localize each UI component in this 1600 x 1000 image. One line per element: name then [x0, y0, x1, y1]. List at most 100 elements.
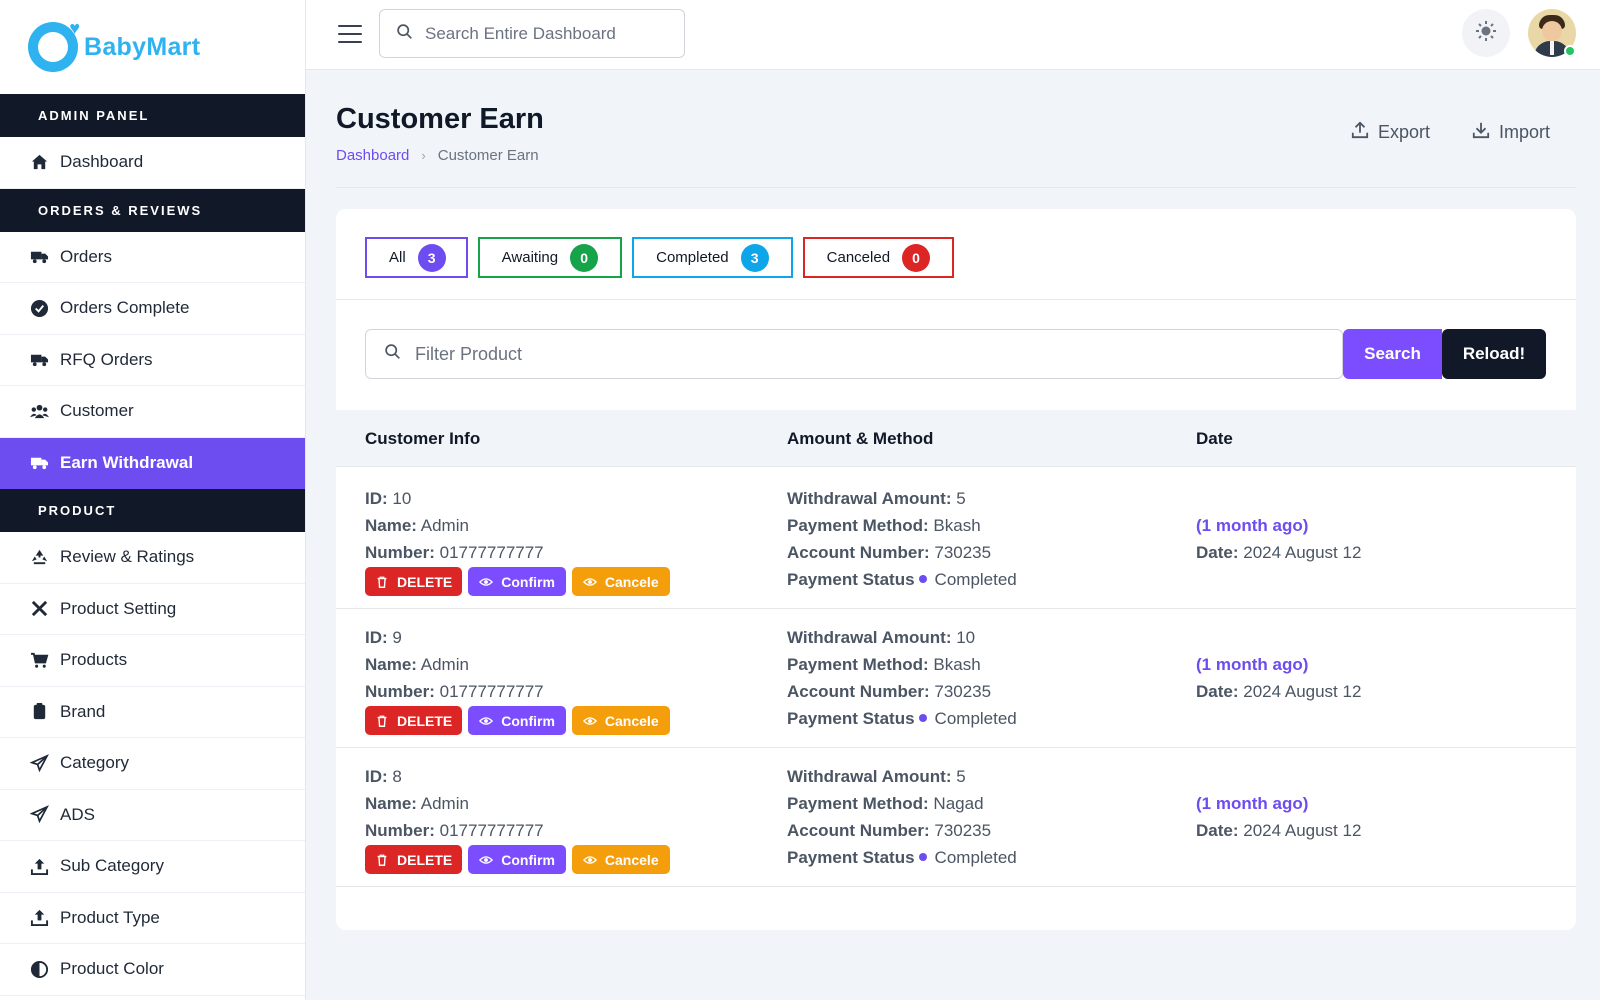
search-button[interactable]: Search — [1343, 329, 1442, 379]
customer-id: ID: 8 — [365, 767, 402, 786]
brand-logo[interactable]: ♥ BabyMart — [0, 0, 305, 94]
sidebar-item-products[interactable]: Products — [0, 635, 305, 687]
sidebar-item-brand[interactable]: Brand — [0, 687, 305, 738]
export-button[interactable]: Export — [1351, 121, 1430, 144]
filter-product-input[interactable] — [415, 343, 1315, 365]
table-row: ID: 10 Name: Admin Number: 01777777777 DELE… — [336, 468, 1576, 609]
sidebar-item-label: Dashboard — [60, 152, 144, 172]
sidebar-item-orders[interactable]: Orders — [0, 232, 305, 283]
paper-plane-icon — [28, 753, 50, 773]
half-circle-icon — [28, 959, 50, 979]
customer-number: Number: 01777777777 — [365, 543, 544, 562]
status-dot — [918, 714, 927, 722]
relative-date: (1 month ago) — [1196, 794, 1309, 813]
customer-info-cell: ID: 10 Name: Admin Number: 01777777777 DELE… — [365, 485, 670, 596]
delete-button[interactable]: DELETE — [365, 567, 463, 596]
tab-label: Canceled — [826, 249, 891, 266]
amount-method-cell: Withdrawal Amount: 5 Payment Method: Bkas… — [787, 485, 1017, 593]
baby-logo-icon: ♥ — [28, 18, 80, 72]
status-tabs: All 3 Awaiting 0 Completed 3 Canceled 0 — [365, 237, 955, 278]
sidebar-item-orders-complete[interactable]: Orders Complete — [0, 283, 305, 335]
sidebar-item-product-color[interactable]: Product Color — [0, 944, 305, 996]
sidebar-item-product-type[interactable]: Product Type — [0, 893, 305, 944]
sidebar-item-label: Product Setting — [60, 598, 177, 618]
customer-name: Name: Admin — [365, 794, 469, 813]
page-title: Customer Earn — [336, 103, 544, 135]
withdrawal-amount: Withdrawal Amount: 10 — [787, 628, 976, 647]
cancel-button[interactable]: Cancele — [571, 567, 670, 596]
confirm-button[interactable]: Confirm — [468, 845, 566, 874]
tab-label: Awaiting — [501, 249, 559, 266]
customer-id: ID: 9 — [365, 628, 402, 647]
table-row: ID: 9 Name: Admin Number: 01777777777 DELET… — [336, 607, 1576, 748]
cancel-button[interactable]: Cancele — [571, 845, 670, 874]
trash-icon — [375, 575, 389, 589]
sidebar-item-label: Product Color — [60, 959, 164, 979]
date-cell: (1 month ago) Date: 2024 August 12 — [1196, 485, 1361, 566]
payment-status: Payment Status Completed — [787, 848, 1017, 867]
full-date: Date: 2024 August 12 — [1196, 543, 1362, 562]
search-icon — [396, 23, 413, 45]
customer-id: ID: 10 — [365, 489, 412, 508]
sidebar-item-earn-withdrawal[interactable]: Earn Withdrawal — [0, 437, 305, 489]
sidebar-item-rfq-orders[interactable]: RFQ Orders — [0, 335, 305, 386]
amount-method-cell: Withdrawal Amount: 10 Payment Method: Bka… — [787, 624, 1017, 732]
amount-method-cell: Withdrawal Amount: 5 Payment Method: Naga… — [787, 763, 1017, 871]
sidebar-item-ads[interactable]: ADS — [0, 790, 305, 841]
sun-icon — [1474, 19, 1498, 48]
delete-button[interactable]: DELETE — [365, 706, 463, 735]
paper-plane-icon — [28, 805, 50, 825]
sidebar-item-product-setting[interactable]: Product Setting — [0, 584, 305, 635]
column-header-amount-method: Amount & Method — [787, 429, 934, 448]
cancel-button[interactable]: Cancele — [571, 706, 670, 735]
tab-label: All — [389, 249, 406, 266]
customer-info-cell: ID: 8 Name: Admin Number: 01777777777 DELET… — [365, 763, 670, 874]
payment-method: Payment Method: Bkash — [787, 516, 981, 535]
theme-toggle-button[interactable] — [1462, 9, 1510, 57]
account-number: Account Number: 730235 — [787, 821, 992, 840]
sidebar-item-category[interactable]: Category — [0, 738, 305, 790]
sidebar-item-review-ratings[interactable]: Review & Ratings — [0, 532, 305, 584]
sidebar-item-label: Orders — [60, 246, 112, 266]
confirm-button[interactable]: Confirm — [468, 567, 566, 596]
sidebar-section-admin-panel: ADMIN PANEL — [0, 94, 305, 137]
sidebar-item-sub-category[interactable]: Sub Category — [0, 841, 305, 893]
tab-canceled[interactable]: Canceled 0 — [802, 237, 955, 278]
tab-label: Completed — [656, 249, 729, 266]
sidebar-item-label: Product Type — [60, 907, 160, 927]
reload-button[interactable]: Reload! — [1442, 329, 1546, 379]
full-date: Date: 2024 August 12 — [1196, 682, 1362, 701]
column-header-date: Date — [1196, 429, 1233, 448]
sidebar-section-product: PRODUCT — [0, 489, 305, 532]
tab-completed[interactable]: Completed 3 — [632, 237, 793, 278]
sidebar: ♥ BabyMart ADMIN PANEL Dashboard ORDERS … — [0, 0, 306, 1000]
sidebar-item-label: Brand — [60, 701, 106, 721]
tab-count-badge: 0 — [570, 243, 599, 272]
sidebar-item-customer[interactable]: Customer — [0, 386, 305, 438]
dashboard-search[interactable] — [379, 9, 685, 58]
tab-count-badge: 3 — [740, 243, 769, 272]
sidebar-item-label: Orders Complete — [60, 298, 190, 318]
import-button[interactable]: Import — [1472, 121, 1550, 144]
users-icon — [28, 401, 50, 421]
filter-product-field[interactable] — [365, 329, 1343, 379]
import-label: Import — [1498, 122, 1550, 142]
tab-awaiting[interactable]: Awaiting 0 — [477, 237, 623, 278]
dashboard-search-input[interactable] — [425, 23, 665, 44]
delete-button[interactable]: DELETE — [365, 845, 463, 874]
menu-toggle-icon[interactable] — [338, 22, 362, 46]
confirm-button[interactable]: Confirm — [468, 706, 566, 735]
sidebar-item-label: Category — [60, 753, 129, 773]
breadcrumb-current: Customer Earn — [437, 147, 539, 164]
sidebar-item-label: Review & Ratings — [60, 547, 195, 567]
truck-icon — [28, 350, 50, 370]
chevron-right-icon: › — [421, 148, 426, 163]
payment-status: Payment Status Completed — [787, 709, 1017, 728]
sidebar-item-dashboard[interactable]: Dashboard — [0, 137, 305, 189]
eye-icon — [582, 575, 597, 589]
tab-count-badge: 3 — [417, 243, 446, 272]
online-status-dot — [1564, 45, 1576, 57]
date-cell: (1 month ago) Date: 2024 August 12 — [1196, 763, 1361, 844]
breadcrumb-home-link[interactable]: Dashboard — [336, 147, 409, 164]
tab-all[interactable]: All 3 — [365, 237, 468, 278]
